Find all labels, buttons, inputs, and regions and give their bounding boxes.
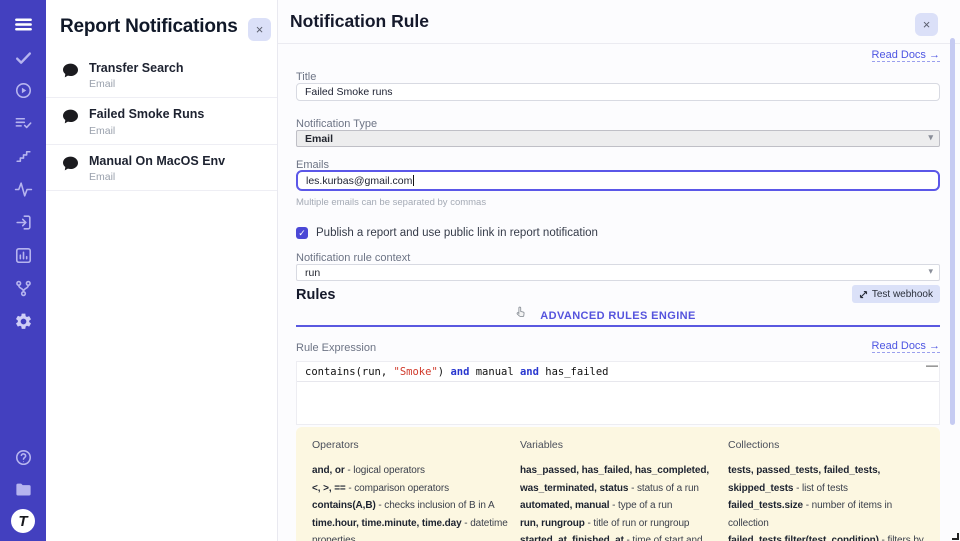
publish-report-checkbox-label: Publish a report and use public link in … bbox=[316, 227, 598, 239]
help-entry: contains(A,B) - checks inclusion of B in… bbox=[312, 497, 508, 515]
speech-bubble-icon bbox=[62, 109, 79, 124]
notification-list-item[interactable]: Transfer Search Email bbox=[46, 52, 277, 98]
git-fork-icon[interactable] bbox=[11, 276, 35, 300]
speech-bubble-icon bbox=[62, 156, 79, 171]
bar-chart-icon[interactable] bbox=[11, 243, 35, 267]
test-webhook-button[interactable]: Test webhook bbox=[852, 285, 940, 303]
help-column-operators: Operators and, or - logical operators<, >… bbox=[312, 439, 508, 541]
rule-context-select[interactable]: run ▾ bbox=[296, 264, 940, 281]
tab-advanced-rules-engine[interactable]: ADVANCED RULES ENGINE bbox=[296, 306, 940, 325]
help-entry: time.hour, time.minute, time.day - datet… bbox=[312, 515, 508, 541]
notification-type-select[interactable]: Email ▾ bbox=[296, 130, 940, 147]
notification-item-title: Manual On MacOS Env bbox=[89, 153, 225, 169]
main-header: Notification Rule bbox=[278, 0, 960, 44]
rule-expression-editor[interactable]: contains(run, "Smoke") and manual and ha… bbox=[296, 361, 940, 425]
app-logo[interactable]: T bbox=[11, 509, 35, 533]
publish-report-checkbox-row[interactable]: ✓ Publish a report and use public link i… bbox=[296, 227, 598, 239]
mouse-cursor-icon bbox=[514, 305, 527, 319]
sidebar-top-icons bbox=[0, 12, 46, 333]
title-label: Title bbox=[296, 71, 316, 83]
test-webhook-label: Test webhook bbox=[872, 289, 933, 300]
help-entry: tests, passed_tests, failed_tests, skipp… bbox=[728, 462, 924, 497]
close-notifications-panel-button[interactable]: × bbox=[248, 18, 271, 41]
help-column-heading: Variables bbox=[520, 439, 716, 451]
trending-up-icon[interactable] bbox=[11, 144, 35, 168]
notification-item-type: Email bbox=[89, 171, 225, 183]
chevron-down-icon: ▾ bbox=[928, 132, 933, 143]
rule-context-value: run bbox=[305, 267, 320, 279]
read-docs-link[interactable]: Read Docs → bbox=[872, 49, 940, 62]
publish-report-checkbox[interactable]: ✓ bbox=[296, 227, 308, 239]
gear-icon[interactable] bbox=[11, 309, 35, 333]
notification-list-item[interactable]: Failed Smoke Runs Email bbox=[46, 98, 277, 144]
check-icon[interactable] bbox=[11, 45, 35, 69]
emails-field[interactable]: les.kurbas@gmail.com bbox=[296, 170, 940, 191]
notification-item-type: Email bbox=[89, 78, 184, 90]
help-entry: <, >, == - comparison operators bbox=[312, 480, 508, 498]
notification-item-type: Email bbox=[89, 125, 204, 137]
webhook-arrows-icon bbox=[859, 290, 868, 299]
help-circle-icon[interactable] bbox=[11, 445, 35, 469]
notification-list-item[interactable]: Manual On MacOS Env Email bbox=[46, 145, 277, 191]
help-column-collections: Collections tests, passed_tests, failed_t… bbox=[728, 439, 924, 541]
sidebar-bottom-icons: T bbox=[0, 445, 46, 533]
help-entry: failed_tests.size - number of items in c… bbox=[728, 497, 924, 532]
text-caret bbox=[413, 175, 414, 186]
help-entry: run, rungroup - title of run or rungroup bbox=[520, 515, 716, 533]
log-in-icon[interactable] bbox=[11, 210, 35, 234]
rules-heading: Rules bbox=[296, 287, 336, 303]
panel-title: Report Notifications bbox=[60, 16, 238, 38]
activity-icon[interactable] bbox=[11, 177, 35, 201]
emails-hint: Multiple emails can be separated by comm… bbox=[296, 197, 486, 208]
expression-help-panel: Operators and, or - logical operators<, >… bbox=[296, 427, 940, 541]
menu-icon[interactable] bbox=[11, 12, 35, 36]
rule-expression-label: Rule Expression bbox=[296, 342, 376, 354]
folder-icon[interactable] bbox=[11, 477, 35, 501]
rule-context-label: Notification rule context bbox=[296, 252, 410, 264]
help-entry: automated, manual - type of a run bbox=[520, 497, 716, 515]
report-notifications-panel: Report Notifications × Transfer Search Em… bbox=[46, 0, 278, 541]
emails-value: les.kurbas@gmail.com bbox=[306, 175, 412, 187]
help-column-heading: Collections bbox=[728, 439, 924, 451]
vertical-scrollbar[interactable] bbox=[950, 38, 955, 425]
help-entry: failed_tests.filter(test, condition) - f… bbox=[728, 532, 924, 541]
close-rule-panel-button[interactable]: × bbox=[915, 13, 938, 36]
notification-list: Transfer Search Email Failed Smoke Runs Ema… bbox=[46, 52, 277, 191]
rule-expression-code: contains(run, "Smoke") and manual and ha… bbox=[297, 362, 939, 382]
chevron-down-icon: ▾ bbox=[928, 266, 933, 277]
notification-rule-panel: Notification Rule × Read Docs → Title No… bbox=[278, 0, 960, 541]
help-entry: started_at, finished_at - time of start … bbox=[520, 532, 716, 541]
resize-grip bbox=[952, 533, 959, 540]
notification-type-label: Notification Type bbox=[296, 118, 377, 130]
notification-item-title: Transfer Search bbox=[89, 60, 184, 76]
help-column-heading: Operators bbox=[312, 439, 508, 451]
help-entry: has_passed, has_failed, has_completed, w… bbox=[520, 462, 716, 497]
help-column-variables: Variables has_passed, has_failed, has_com… bbox=[520, 439, 716, 541]
active-tab-underline bbox=[296, 325, 940, 327]
notification-item-title: Failed Smoke Runs bbox=[89, 106, 204, 122]
title-input[interactable] bbox=[296, 83, 940, 101]
notification-type-value: Email bbox=[305, 133, 333, 145]
speech-bubble-icon bbox=[62, 63, 79, 78]
play-circle-icon[interactable] bbox=[11, 78, 35, 102]
read-docs-link-rules[interactable]: Read Docs → bbox=[872, 340, 940, 353]
app-sidebar: T bbox=[0, 0, 46, 541]
help-entry: and, or - logical operators bbox=[312, 462, 508, 480]
list-check-icon[interactable] bbox=[11, 111, 35, 135]
page-title: Notification Rule bbox=[290, 11, 429, 32]
editor-resize-dash: — bbox=[926, 358, 938, 372]
